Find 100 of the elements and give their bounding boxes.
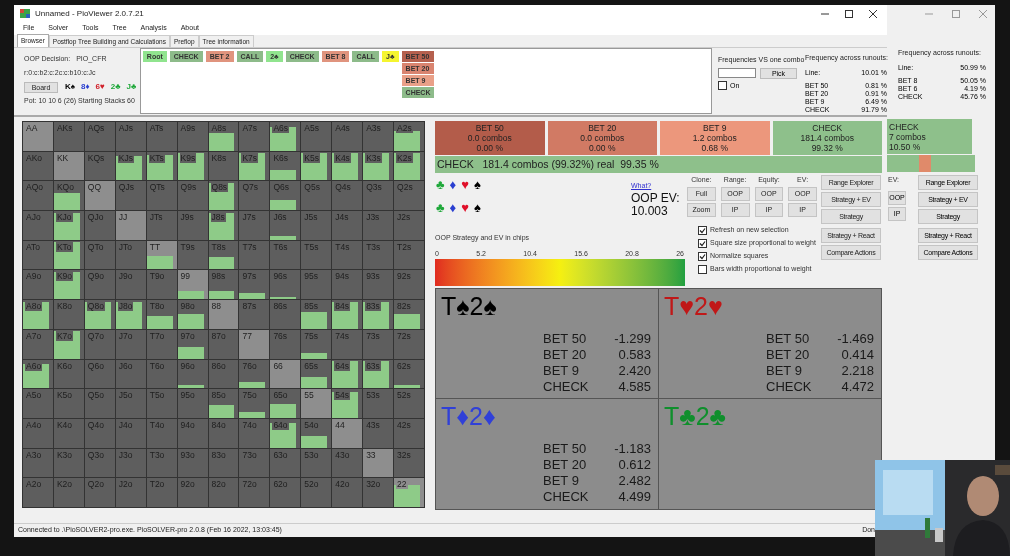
- suit-filter[interactable]: ♠: [473, 200, 481, 216]
- range-cell[interactable]: 75o: [239, 389, 270, 418]
- suit-filter[interactable]: ♦: [449, 177, 457, 193]
- range-cell[interactable]: KJo: [53, 211, 84, 240]
- combo-input[interactable]: [718, 68, 756, 78]
- range-cell[interactable]: 88: [208, 300, 239, 329]
- suit-filter[interactable]: ♠: [473, 177, 481, 193]
- range-cell[interactable]: 65o: [270, 389, 301, 418]
- range-cell[interactable]: 94o: [177, 418, 208, 448]
- maximize-icon[interactable]: [845, 9, 853, 18]
- checkbox[interactable]: [698, 225, 707, 235]
- range-cell[interactable]: T6o: [146, 359, 177, 389]
- range-cell[interactable]: T4o: [146, 418, 177, 448]
- range-cell[interactable]: K4o: [53, 418, 84, 448]
- range-cell[interactable]: AJs: [115, 122, 146, 151]
- range-cell[interactable]: Q2o: [84, 478, 115, 507]
- range-cell[interactable]: 72o: [239, 478, 270, 507]
- range-cell[interactable]: 85s: [301, 300, 332, 329]
- range-cell[interactable]: T4s: [332, 240, 363, 270]
- action-card[interactable]: CHECK 7 combos 10.50 %: [887, 119, 972, 154]
- range-cell[interactable]: 75s: [301, 329, 332, 359]
- range-cell[interactable]: Q5s: [301, 181, 332, 211]
- range-cell[interactable]: J7s: [239, 211, 270, 240]
- range-cell[interactable]: ATo: [23, 240, 53, 270]
- range-cell[interactable]: T2o: [146, 478, 177, 507]
- range-cell[interactable]: J2s: [394, 211, 424, 240]
- range-cell[interactable]: 55: [301, 389, 332, 418]
- range-cell[interactable]: Q4o: [84, 418, 115, 448]
- range-cell[interactable]: 77: [239, 329, 270, 359]
- range-cell[interactable]: A5o: [23, 389, 53, 418]
- range-cell[interactable]: JTo: [115, 240, 146, 270]
- range-cell[interactable]: KJs: [115, 151, 146, 181]
- range-cell[interactable]: 95o: [177, 389, 208, 418]
- range-cell[interactable]: JTs: [146, 211, 177, 240]
- range-cell[interactable]: KK: [53, 151, 84, 181]
- range-cell[interactable]: A7s: [239, 122, 270, 151]
- checkbox[interactable]: [698, 251, 707, 261]
- range-cell[interactable]: 52o: [301, 478, 332, 507]
- range-cell[interactable]: T2s: [394, 240, 424, 270]
- range-cell[interactable]: 52s: [394, 389, 424, 418]
- range-cell[interactable]: QQ: [84, 181, 115, 211]
- suit-filter[interactable]: ♣: [436, 200, 445, 216]
- range-cell[interactable]: 42o: [332, 478, 363, 507]
- range-cell[interactable]: 22: [394, 478, 424, 507]
- range-cell[interactable]: QJs: [115, 181, 146, 211]
- range-cell[interactable]: 95s: [301, 270, 332, 300]
- range-cell[interactable]: 72s: [394, 329, 424, 359]
- range-cell[interactable]: 53o: [301, 448, 332, 478]
- range-cell[interactable]: J8s: [208, 211, 239, 240]
- range-cell[interactable]: QJo: [84, 211, 115, 240]
- range-cell[interactable]: T5o: [146, 389, 177, 418]
- range-cell[interactable]: K5s: [301, 151, 332, 181]
- range-cell[interactable]: JJ: [115, 211, 146, 240]
- range-cell[interactable]: AA: [23, 122, 53, 151]
- range-cell[interactable]: 66: [270, 359, 301, 389]
- range-cell[interactable]: T7o: [146, 329, 177, 359]
- range-cell[interactable]: K2o: [53, 478, 84, 507]
- range-cell[interactable]: K4s: [332, 151, 363, 181]
- range-cell[interactable]: 92o: [177, 478, 208, 507]
- range-cell[interactable]: 54o: [301, 418, 332, 448]
- range-cell[interactable]: J4s: [332, 211, 363, 240]
- checkbox[interactable]: [718, 81, 727, 91]
- range-cell[interactable]: Q7s: [239, 181, 270, 211]
- range-cell[interactable]: J7o: [115, 329, 146, 359]
- range-cell[interactable]: ATs: [146, 122, 177, 151]
- range-cell[interactable]: T3s: [363, 240, 394, 270]
- action-card[interactable]: BET 9 1.2 combos 0.68 %: [660, 121, 770, 156]
- range-cell[interactable]: 85o: [208, 389, 239, 418]
- range-cell[interactable]: T7s: [239, 240, 270, 270]
- range-cell[interactable]: A5s: [301, 122, 332, 151]
- range-cell[interactable]: 84o: [208, 418, 239, 448]
- range-cell[interactable]: K7s: [239, 151, 270, 181]
- suit-filter[interactable]: ♦: [449, 200, 457, 216]
- action-card[interactable]: BET 20 0.0 combos 0.00 %: [547, 121, 657, 156]
- range-cell[interactable]: A9o: [23, 270, 53, 300]
- close-icon[interactable]: [869, 9, 877, 18]
- range-cell[interactable]: K3s: [363, 151, 394, 181]
- range-cell[interactable]: 82o: [208, 478, 239, 507]
- suit-filter[interactable]: ♣: [436, 177, 445, 193]
- range-cell[interactable]: 43s: [363, 418, 394, 448]
- range-cell[interactable]: TT: [146, 240, 177, 270]
- range-cell[interactable]: 99: [177, 270, 208, 300]
- range-cell[interactable]: J9o: [115, 270, 146, 300]
- range-cell[interactable]: KTs: [146, 151, 177, 181]
- range-cell[interactable]: QTs: [146, 181, 177, 211]
- range-cell[interactable]: J6s: [270, 211, 301, 240]
- range-cell[interactable]: 53s: [363, 389, 394, 418]
- range-cell[interactable]: 92s: [394, 270, 424, 300]
- checkbox[interactable]: [698, 264, 707, 274]
- range-cell[interactable]: 44: [332, 418, 363, 448]
- range-cell[interactable]: T5s: [301, 240, 332, 270]
- range-cell[interactable]: A7o: [23, 329, 53, 359]
- range-cell[interactable]: T8o: [146, 300, 177, 329]
- range-cell[interactable]: T3o: [146, 448, 177, 478]
- range-cell[interactable]: T9s: [177, 240, 208, 270]
- range-cell[interactable]: J9s: [177, 211, 208, 240]
- range-cell[interactable]: 74o: [239, 418, 270, 448]
- action-card[interactable]: BET 50 0.0 combos 0.00 %: [435, 121, 545, 156]
- range-cell[interactable]: J5o: [115, 389, 146, 418]
- range-cell[interactable]: 43o: [332, 448, 363, 478]
